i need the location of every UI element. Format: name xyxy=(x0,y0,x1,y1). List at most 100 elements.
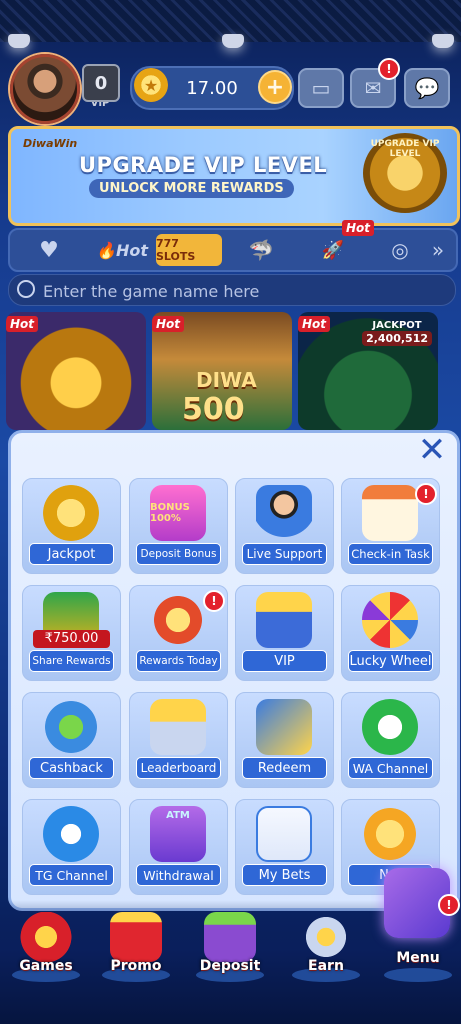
menu-item-label: Check-in Task xyxy=(348,543,433,565)
menu-item-deposit-bonus[interactable]: BONUS 100% Deposit Bonus xyxy=(129,478,228,574)
shark-icon: 🦈 xyxy=(248,238,274,262)
atm-icon: ATM xyxy=(150,806,206,862)
menu-item-label: VIP xyxy=(242,650,327,672)
menu-item-label: Redeem xyxy=(242,757,327,779)
game-tile-golden-god[interactable]: Hot xyxy=(6,312,146,430)
notification-icon xyxy=(362,806,418,862)
close-button[interactable]: ✕ xyxy=(414,430,450,470)
wallet-icon: ▭ xyxy=(311,76,331,100)
menu-item-wa-channel[interactable]: WA Channel xyxy=(341,692,440,788)
telegram-icon xyxy=(43,806,99,862)
slots-label: 777 SLOTS xyxy=(156,237,196,263)
nav-earn[interactable]: Earn xyxy=(286,908,366,998)
menu-item-label: Deposit Bonus xyxy=(136,543,221,565)
gift-box-icon xyxy=(110,912,162,962)
menu-item-label: Cashback xyxy=(29,757,114,779)
tab-hot[interactable]: 🔥 Hot xyxy=(92,234,152,266)
menu-item-redeem[interactable]: Redeem xyxy=(235,692,334,788)
tab-fishing[interactable]: 🦈 xyxy=(236,234,286,266)
menu-item-cashback[interactable]: Cashback xyxy=(22,692,121,788)
nav-menu[interactable]: ! Menu xyxy=(378,868,460,998)
avatar[interactable] xyxy=(10,54,80,124)
game-search xyxy=(8,274,456,306)
hot-badge: Hot xyxy=(152,316,185,332)
banner-title: UPGRADE VIP LEVEL xyxy=(79,153,328,177)
calendar-check-icon xyxy=(362,485,418,541)
coin-icon: ★ xyxy=(134,68,168,102)
mail-icon: ✉ xyxy=(364,76,382,100)
menu-item-label: WA Channel xyxy=(348,757,433,779)
nav-label: Deposit xyxy=(199,958,261,974)
whatsapp-icon xyxy=(362,699,418,755)
jackpot-display: JACKPOT 2,400,512 xyxy=(362,320,432,346)
menu-item-live-support[interactable]: Live Support xyxy=(235,478,334,574)
jackpot-value: 2,400,512 xyxy=(362,331,432,346)
chat-button[interactable]: 💬 xyxy=(404,68,450,108)
menu-item-jackpot[interactable]: Jackpot xyxy=(22,478,121,574)
phone-coins-icon xyxy=(300,912,352,962)
nav-deposit[interactable]: Deposit xyxy=(190,908,270,998)
menu-item-label: Share Rewards xyxy=(29,650,114,672)
menu-item-vip[interactable]: VIP xyxy=(235,585,334,681)
vip-badge[interactable]: 0 VIP xyxy=(82,64,120,109)
chat-icon: 💬 xyxy=(414,76,440,100)
game-title: DIWA xyxy=(196,368,257,392)
notification-badge: ! xyxy=(438,894,460,916)
tab-table-games[interactable]: ◎ xyxy=(380,234,420,266)
menu-item-leaderboard[interactable]: Leaderboard xyxy=(129,692,228,788)
menu-item-label: Jackpot xyxy=(29,543,114,565)
poker-chip-icon: ◎ xyxy=(391,238,409,262)
vip-promo-banner[interactable]: DiwaWin UPGRADE VIP LEVEL UNLOCK MORE RE… xyxy=(8,126,460,226)
game-tile-diwa-500[interactable]: Hot DIWA 500 xyxy=(152,312,292,430)
cashback-icon xyxy=(43,699,99,755)
notepad-icon xyxy=(256,806,312,862)
podium-icon xyxy=(150,699,206,755)
lucky-wheel-icon xyxy=(362,592,418,648)
menu-item-my-bets[interactable]: My Bets xyxy=(235,799,334,895)
menu-item-lucky-wheel[interactable]: Lucky Wheel xyxy=(341,585,440,681)
megaphone-gift-icon xyxy=(150,592,206,648)
nav-promo[interactable]: Promo xyxy=(96,908,176,998)
menu-item-share-rewards[interactable]: ₹750.00 Share Rewards xyxy=(22,585,121,681)
slot-machine-icon xyxy=(20,912,72,962)
menu-item-rewards-today[interactable]: ! Rewards Today xyxy=(129,585,228,681)
hot-badge: Hot xyxy=(298,316,331,332)
menu-item-label: My Bets xyxy=(242,864,327,886)
stage-light-icon xyxy=(222,34,244,48)
chevron-right-icon: » xyxy=(431,238,445,262)
balance-amount: 17.00 xyxy=(186,77,238,99)
menu-item-tg-channel[interactable]: TG Channel xyxy=(22,799,121,895)
banner-subtitle: UNLOCK MORE REWARDS xyxy=(89,179,294,198)
trophy-icon xyxy=(43,485,99,541)
add-funds-button[interactable]: + xyxy=(258,70,292,104)
crown-throne-icon xyxy=(256,592,312,648)
emblem-text: UPGRADE VIP LEVEL xyxy=(370,139,440,159)
hot-badge: Hot xyxy=(342,220,375,236)
game-tile-jackpot[interactable]: Hot JACKPOT 2,400,512 xyxy=(298,312,438,430)
game-number: 500 xyxy=(182,392,245,427)
nav-games[interactable]: Games xyxy=(6,908,86,998)
heart-icon: ♥ xyxy=(39,237,59,263)
tabs-scroll-right[interactable]: » xyxy=(424,234,452,266)
menu-item-label: TG Channel xyxy=(29,864,114,886)
notification-badge: ! xyxy=(203,590,225,612)
tab-hot-label: Hot xyxy=(115,240,148,260)
category-tabs: ♥ 🔥 Hot 777 SLOTS 🦈 🚀 Hot ◎ » xyxy=(8,220,458,272)
tab-favorites[interactable]: ♥ xyxy=(24,234,74,266)
menu-item-label: Live Support xyxy=(242,543,327,565)
support-agent-icon xyxy=(256,485,312,541)
notification-badge: ! xyxy=(415,483,437,505)
tab-slots[interactable]: 777 SLOTS xyxy=(156,234,222,266)
close-icon: ✕ xyxy=(417,430,447,470)
menu-item-label: Leaderboard xyxy=(136,757,221,779)
nav-label: Games xyxy=(19,958,73,974)
wallet-icon xyxy=(204,912,256,962)
menu-item-label: Lucky Wheel xyxy=(348,650,433,672)
menu-item-check-in-task[interactable]: ! Check-in Task xyxy=(341,478,440,574)
stage-light-icon xyxy=(8,34,30,48)
search-input[interactable] xyxy=(41,278,445,304)
menu-item-withdrawal[interactable]: ATM Withdrawal xyxy=(129,799,228,895)
wallet-button[interactable]: ▭ xyxy=(298,68,344,108)
menu-item-label: Withdrawal xyxy=(136,864,221,886)
tab-crash[interactable]: 🚀 xyxy=(308,234,358,266)
